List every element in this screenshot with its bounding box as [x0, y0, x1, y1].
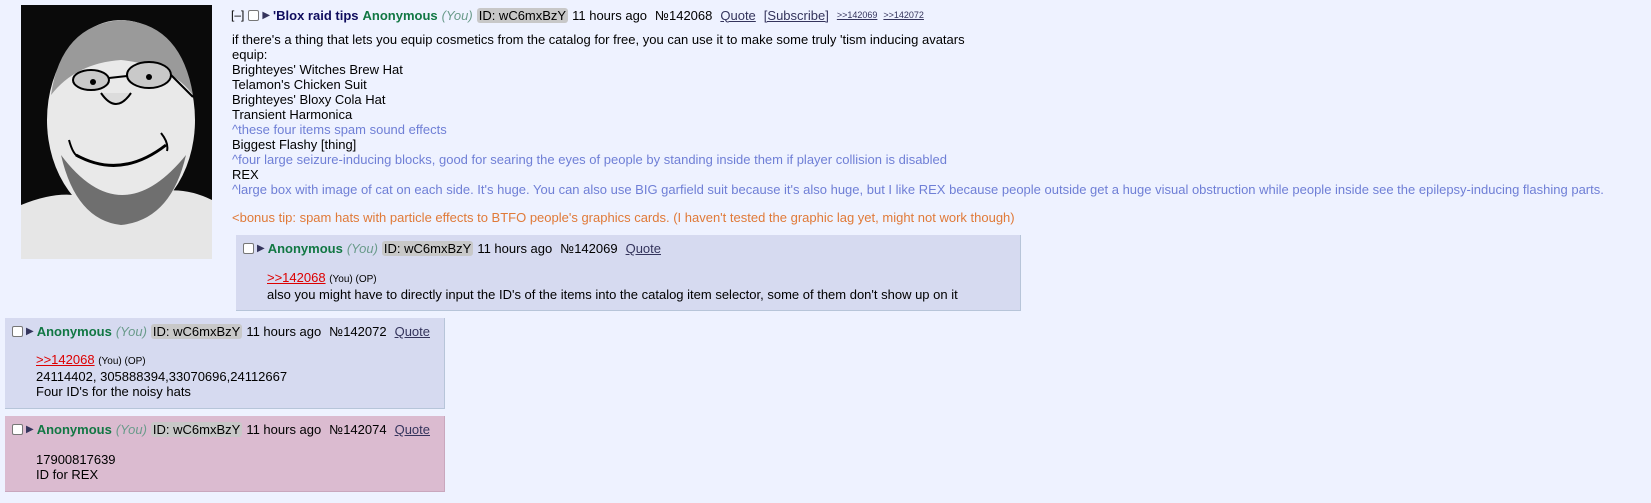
post-time: 11 hours ago	[246, 422, 322, 437]
greentext-line: ^four large seizure-inducing blocks, goo…	[232, 152, 948, 167]
reply-post: ▶ Anonymous (You) ID: wC6mxBzY 11 hours …	[5, 318, 445, 409]
backlink[interactable]: >>142069	[837, 10, 878, 20]
reply-post: ▶ Anonymous (You) ID: wC6mxBzY 11 hours …	[236, 235, 1021, 311]
reply-body: 17900817639 ID for REX	[36, 452, 116, 482]
post-number[interactable]: №142069	[560, 241, 617, 256]
op-select-checkbox[interactable]	[248, 9, 260, 21]
quote-link[interactable]: Quote	[395, 422, 430, 437]
poster-id[interactable]: ID: wC6mxBzY	[476, 7, 569, 23]
reply-select-checkbox[interactable]	[12, 424, 23, 435]
post-text-line: if there's a thing that lets you equip c…	[232, 32, 965, 47]
quote-link[interactable]: Quote	[626, 241, 661, 256]
quotelink[interactable]: >>142068	[267, 270, 326, 285]
op-image-thumbnail[interactable]	[21, 5, 212, 259]
poster-id[interactable]: ID: wC6mxBzY	[150, 324, 243, 339]
reply-body: >>142068 (You) (OP) also you might have …	[267, 270, 958, 302]
quotelink-suffix: (You) (OP)	[329, 274, 377, 285]
post-menu-triangle-icon[interactable]: ▶	[262, 10, 270, 21]
post-text-line: ID for REX	[36, 467, 99, 482]
you-marker: (You)	[441, 7, 473, 23]
post-text-line: REX	[232, 167, 259, 182]
op-post-body: if there's a thing that lets you equip c…	[232, 32, 1604, 225]
reply-header: ▶ Anonymous (You) ID: wC6mxBzY 11 hours …	[12, 422, 438, 437]
reply-select-checkbox[interactable]	[12, 326, 23, 337]
op-post-header: [–] ▶ 'Blox raid tips Anonymous (You) ID…	[231, 7, 930, 23]
reply-select-checkbox[interactable]	[243, 243, 254, 254]
poster-id[interactable]: ID: wC6mxBzY	[381, 241, 474, 256]
you-marker: (You)	[115, 422, 147, 437]
post-text-line: also you might have to directly input th…	[267, 287, 958, 302]
post-number[interactable]: №142068	[655, 8, 712, 23]
post-text-line: Four ID's for the noisy hats	[36, 384, 191, 399]
post-menu-triangle-icon[interactable]: ▶	[26, 424, 34, 435]
collapse-thread-button[interactable]: [–]	[231, 8, 244, 22]
backlink[interactable]: >>142072	[883, 10, 924, 20]
quote-link[interactable]: Quote	[395, 324, 430, 339]
poster-name: Anonymous	[36, 324, 112, 339]
post-text-line: 17900817639	[36, 452, 116, 467]
poster-name: Anonymous	[36, 422, 112, 437]
poster-name: Anonymous	[267, 241, 343, 256]
post-time: 11 hours ago	[477, 241, 553, 256]
greentext-line: ^large box with image of cat on each sid…	[232, 182, 1604, 197]
poster-id[interactable]: ID: wC6mxBzY	[150, 422, 243, 437]
you-marker: (You)	[346, 241, 378, 256]
post-text-line: Transient Harmonica	[232, 107, 353, 122]
post-text-line: Brighteyes' Witches Brew Hat	[232, 62, 403, 77]
reply-header: ▶ Anonymous (You) ID: wC6mxBzY 11 hours …	[243, 241, 669, 256]
you-marker: (You)	[115, 324, 147, 339]
post-menu-triangle-icon[interactable]: ▶	[257, 243, 265, 254]
reply-header: ▶ Anonymous (You) ID: wC6mxBzY 11 hours …	[12, 324, 438, 339]
post-time: 11 hours ago	[572, 7, 648, 23]
post-text-line: Brighteyes' Bloxy Cola Hat	[232, 92, 386, 107]
quote-link[interactable]: Quote	[720, 8, 755, 23]
post-menu-triangle-icon[interactable]: ▶	[26, 326, 34, 337]
post-text-line: Telamon's Chicken Suit	[232, 77, 367, 92]
post-number[interactable]: №142074	[329, 422, 386, 437]
post-number[interactable]: №142072	[329, 324, 386, 339]
post-text-line: Biggest Flashy [thing]	[232, 137, 357, 152]
post-text-line: 24114402, 305888394,33070696,24112667	[36, 369, 288, 384]
subscribe-link[interactable]: [Subscribe]	[764, 8, 829, 23]
quotelink-suffix: (You) (OP)	[98, 356, 146, 367]
wojak-image	[21, 5, 212, 259]
poster-name: Anonymous	[362, 7, 438, 23]
reply-body: >>142068 (You) (OP) 24114402, 305888394,…	[36, 352, 287, 399]
post-time: 11 hours ago	[246, 324, 322, 339]
orangetext-line: <bonus tip: spam hats with particle effe…	[232, 210, 1015, 225]
thread-subject: 'Blox raid tips	[273, 7, 359, 23]
quotelink[interactable]: >>142068	[36, 352, 95, 367]
reply-post-highlighted: ▶ Anonymous (You) ID: wC6mxBzY 11 hours …	[5, 416, 445, 492]
post-text-line: equip:	[232, 47, 268, 62]
greentext-line: ^these four items spam sound effects	[232, 122, 447, 137]
